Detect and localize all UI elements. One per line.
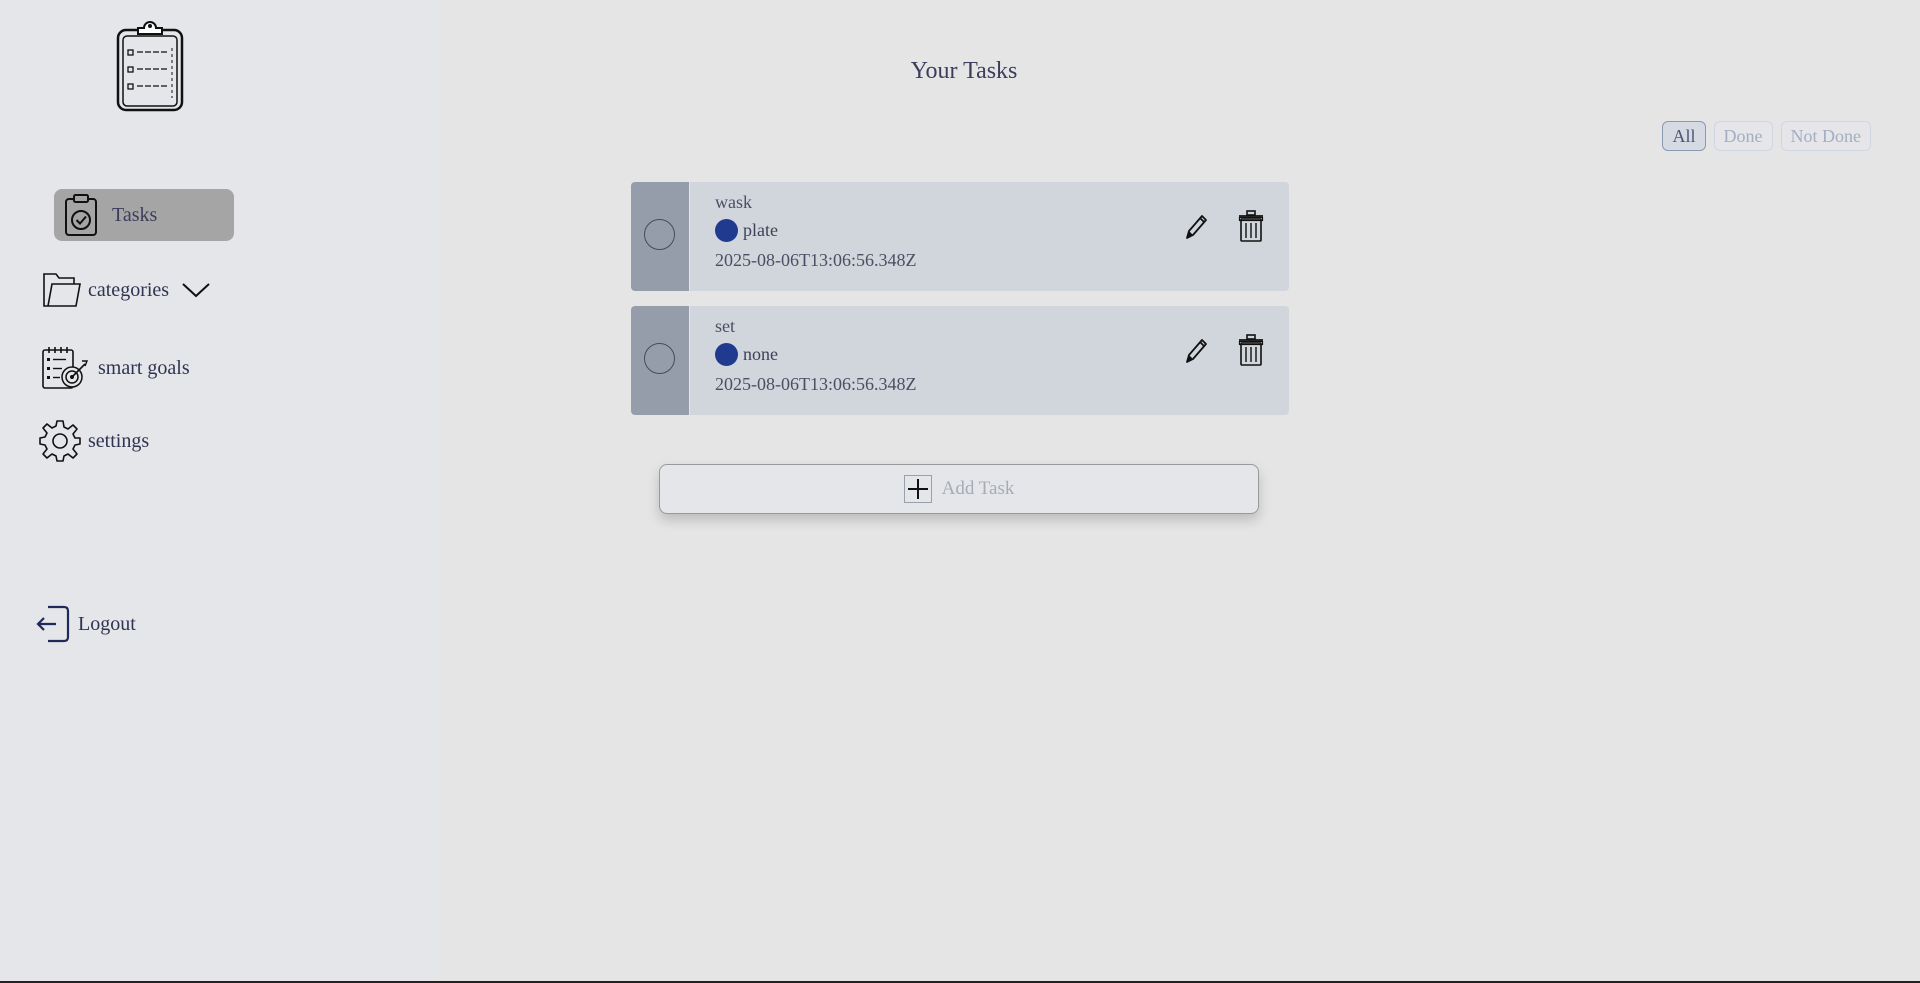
sidebar-item-settings[interactable]: settings — [38, 419, 149, 463]
plus-icon — [903, 475, 932, 503]
chevron-down-icon[interactable] — [181, 281, 211, 299]
page-title: Your Tasks — [910, 58, 1018, 84]
filter-not-done-button[interactable]: Not Done — [1780, 121, 1871, 151]
folder-icon — [43, 273, 81, 307]
clipboard-logo-icon — [116, 21, 184, 112]
trash-icon[interactable] — [1238, 210, 1264, 242]
sidebar: Tasks categories smart goals settings Lo… — [0, 0, 440, 983]
filter-bar: All Done Not Done — [1662, 121, 1871, 151]
clipboard-check-icon — [65, 194, 97, 236]
goal-target-icon — [42, 347, 88, 389]
task-check-column — [631, 306, 689, 415]
task-category: none — [715, 343, 778, 366]
task-body: wask plate 2025-08-06T13:06:56.348Z — [690, 182, 1289, 291]
task-name: set — [715, 316, 735, 336]
task-card: wask plate 2025-08-06T13:06:56.348Z — [631, 182, 1289, 291]
sidebar-item-categories[interactable]: categories — [42, 270, 211, 310]
sidebar-item-tasks[interactable]: Tasks — [54, 189, 234, 241]
task-category: plate — [715, 219, 778, 242]
filter-done-button[interactable]: Done — [1713, 121, 1773, 151]
task-date: 2025-08-06T13:06:56.348Z — [715, 374, 917, 394]
sidebar-item-label: settings — [88, 429, 150, 452]
logout-label: Logout — [78, 612, 136, 635]
add-task-button[interactable]: Add Task — [659, 464, 1259, 514]
filter-all-button[interactable]: All — [1662, 121, 1706, 151]
task-complete-checkbox[interactable] — [644, 219, 675, 250]
trash-icon[interactable] — [1238, 334, 1264, 366]
sidebar-item-label: categories — [88, 278, 170, 301]
add-task-label: Add Task — [941, 478, 1015, 499]
task-card: set none 2025-08-06T13:06:56.348Z — [631, 306, 1289, 415]
gear-icon — [39, 420, 81, 462]
task-name: wask — [715, 192, 752, 212]
task-date: 2025-08-06T13:06:56.348Z — [715, 250, 917, 270]
task-check-column — [631, 182, 689, 291]
logout-button[interactable]: Logout — [36, 604, 136, 644]
task-category-label: none — [743, 344, 778, 364]
pencil-icon[interactable] — [1183, 212, 1209, 242]
pencil-icon[interactable] — [1183, 336, 1209, 366]
task-complete-checkbox[interactable] — [644, 343, 675, 374]
sidebar-item-label: Tasks — [112, 203, 158, 226]
task-body: set none 2025-08-06T13:06:56.348Z — [690, 306, 1289, 415]
sidebar-item-smart-goals[interactable]: smart goals — [40, 345, 190, 391]
logout-icon — [36, 605, 70, 643]
category-color-dot — [715, 219, 738, 242]
task-category-label: plate — [743, 220, 778, 240]
sidebar-item-label: smart goals — [98, 356, 190, 379]
category-color-dot — [715, 343, 738, 366]
